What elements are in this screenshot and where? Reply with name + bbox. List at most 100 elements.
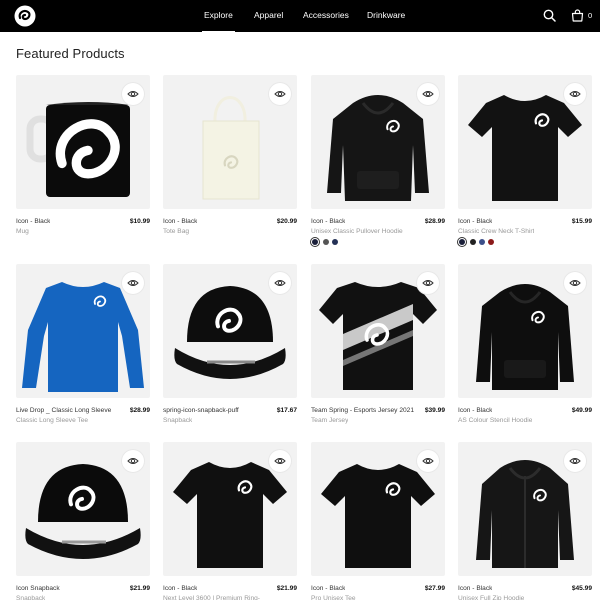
eye-icon: [569, 280, 581, 286]
product-type: Classic Long Sleeve Tee: [16, 417, 89, 424]
product-price: $21.99: [276, 585, 297, 592]
shopping-bag-icon[interactable]: [571, 9, 584, 22]
product-price: $27.99: [424, 585, 445, 592]
product-image[interactable]: [458, 442, 592, 576]
product-price: $20.99: [276, 218, 297, 225]
eye-icon: [127, 91, 139, 97]
product-price: $17.67: [276, 407, 297, 414]
nav-drinkware[interactable]: Drinkware: [367, 10, 405, 20]
nav-explore[interactable]: Explore: [202, 10, 235, 33]
cart-count: 0: [588, 11, 593, 20]
product-image[interactable]: [163, 75, 297, 209]
product-image[interactable]: [311, 75, 445, 209]
quick-view-button[interactable]: [269, 83, 291, 105]
product-image[interactable]: [16, 75, 150, 209]
eye-icon: [274, 91, 286, 97]
section-title: Featured Products: [16, 46, 125, 61]
product-card[interactable]: Icon - Black $28.99 Unisex Classic Pullove…: [311, 75, 445, 251]
product-type: Tote Bag: [163, 228, 190, 235]
color-swatches: [458, 239, 497, 247]
product-price: $28.99: [424, 218, 445, 225]
product-card[interactable]: Icon - Black $20.99 Tote Bag: [163, 75, 297, 251]
quick-view-button[interactable]: [269, 272, 291, 294]
product-name[interactable]: Icon - Black: [458, 585, 492, 592]
eye-icon: [422, 458, 434, 464]
product-name[interactable]: Icon - Black: [163, 585, 197, 592]
color-swatch[interactable]: [459, 239, 465, 245]
product-image[interactable]: [163, 264, 297, 398]
product-type: Team Jersey: [311, 417, 349, 424]
eye-icon: [569, 91, 581, 97]
product-type: AS Colour Stencil Hoodie: [458, 417, 533, 424]
product-price: $45.99: [571, 585, 592, 592]
product-name[interactable]: Icon - Black: [16, 218, 50, 225]
product-type: Next Level 3600 | Premium Ring-: [163, 595, 260, 600]
quick-view-button[interactable]: [417, 83, 439, 105]
color-swatch[interactable]: [470, 239, 476, 245]
product-type: Mug: [16, 228, 29, 235]
color-swatch[interactable]: [312, 239, 318, 245]
product-card[interactable]: Live Drop _ Classic Long Sleeve $28.99 Cla…: [16, 264, 150, 440]
product-card[interactable]: Icon - Black $45.99 Unisex Full Zip Hoodie: [458, 442, 592, 600]
product-card[interactable]: Icon - Black $21.99 Next Level 3600 | Prem…: [163, 442, 297, 600]
main-nav: Explore Apparel Accessories Drinkware: [0, 0, 600, 33]
product-price: $21.99: [129, 585, 150, 592]
color-swatch[interactable]: [479, 239, 485, 245]
product-price: $15.99: [571, 218, 592, 225]
quick-view-button[interactable]: [564, 450, 586, 472]
product-type: Pro Unisex Tee: [311, 595, 356, 600]
eye-icon: [274, 458, 286, 464]
nav-accessories[interactable]: Accessories: [303, 10, 349, 20]
product-card[interactable]: Team Spring - Esports Jersey 2021 $39.99 T…: [311, 264, 445, 440]
quick-view-button[interactable]: [417, 450, 439, 472]
product-image[interactable]: [458, 75, 592, 209]
product-name[interactable]: Live Drop _ Classic Long Sleeve: [16, 407, 111, 414]
quick-view-button[interactable]: [269, 450, 291, 472]
product-type: Classic Crew Neck T-Shirt: [458, 228, 535, 235]
product-price: $39.99: [424, 407, 445, 414]
search-icon[interactable]: [543, 9, 556, 22]
product-image[interactable]: [458, 264, 592, 398]
product-type: Unisex Full Zip Hoodie: [458, 595, 525, 600]
product-name[interactable]: Icon - Black: [458, 407, 492, 414]
nav-apparel[interactable]: Apparel: [254, 10, 283, 20]
product-image[interactable]: [311, 442, 445, 576]
product-name[interactable]: Icon Snapback: [16, 585, 60, 592]
eye-icon: [569, 458, 581, 464]
color-swatch[interactable]: [332, 239, 338, 245]
product-name[interactable]: Icon - Black: [458, 218, 492, 225]
eye-icon: [422, 280, 434, 286]
product-price: $28.99: [129, 407, 150, 414]
color-swatches: [311, 239, 341, 247]
product-type: Snapback: [16, 595, 46, 600]
product-image[interactable]: [163, 442, 297, 576]
product-name[interactable]: spring-icon-snapback-puff: [163, 407, 239, 414]
eye-icon: [274, 280, 286, 286]
product-image[interactable]: [311, 264, 445, 398]
eye-icon: [127, 280, 139, 286]
eye-icon: [422, 91, 434, 97]
quick-view-button[interactable]: [122, 272, 144, 294]
quick-view-button[interactable]: [417, 272, 439, 294]
quick-view-button[interactable]: [122, 450, 144, 472]
product-card[interactable]: Icon - Black $49.99 AS Colour Stencil Hood…: [458, 264, 592, 440]
product-name[interactable]: Icon - Black: [311, 218, 345, 225]
product-name[interactable]: Team Spring - Esports Jersey 2021: [311, 407, 414, 414]
product-image[interactable]: [16, 442, 150, 576]
product-card[interactable]: spring-icon-snapback-puff $17.67 Snapback: [163, 264, 297, 440]
product-card[interactable]: Icon - Black $10.99 Mug: [16, 75, 150, 251]
color-swatch[interactable]: [488, 239, 494, 245]
product-name[interactable]: Icon - Black: [311, 585, 345, 592]
product-card[interactable]: Icon Snapback $21.99 Snapback: [16, 442, 150, 600]
product-card[interactable]: Icon - Black $27.99 Pro Unisex Tee: [311, 442, 445, 600]
product-name[interactable]: Icon - Black: [163, 218, 197, 225]
eye-icon: [127, 458, 139, 464]
product-type: Unisex Classic Pullover Hoodie: [311, 228, 403, 235]
color-swatch[interactable]: [323, 239, 329, 245]
quick-view-button[interactable]: [122, 83, 144, 105]
quick-view-button[interactable]: [564, 272, 586, 294]
product-type: Snapback: [163, 417, 193, 424]
product-card[interactable]: Icon - Black $15.99 Classic Crew Neck T-Sh…: [458, 75, 592, 251]
quick-view-button[interactable]: [564, 83, 586, 105]
product-image[interactable]: [16, 264, 150, 398]
